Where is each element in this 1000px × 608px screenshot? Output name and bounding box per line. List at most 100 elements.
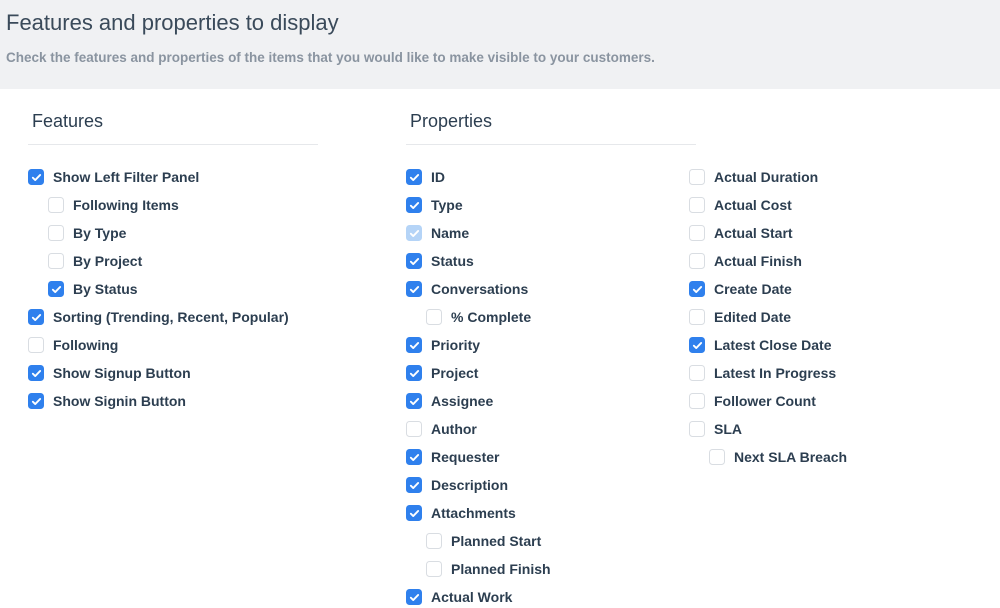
checkbox-conversations[interactable] bbox=[406, 281, 422, 297]
checkbox-label[interactable]: Attachments bbox=[431, 505, 516, 521]
checkbox-actual-start[interactable] bbox=[689, 225, 705, 241]
checkbox-author[interactable] bbox=[406, 421, 422, 437]
checkbox-row-follower-count: Follower Count bbox=[689, 393, 972, 409]
checkbox-label[interactable]: Actual Finish bbox=[714, 253, 802, 269]
checkbox-row-project: Project bbox=[406, 365, 689, 381]
checkbox-label[interactable]: Follower Count bbox=[714, 393, 816, 409]
page-description: Check the features and properties of the… bbox=[6, 50, 994, 65]
checkbox-label[interactable]: Conversations bbox=[431, 281, 528, 297]
checkbox-status[interactable] bbox=[406, 253, 422, 269]
checkbox-sorting-trending-recent-popular[interactable] bbox=[28, 309, 44, 325]
checkbox-row-name: Name bbox=[406, 225, 689, 241]
checkbox-row-requester: Requester bbox=[406, 449, 689, 465]
checkbox-following-items[interactable] bbox=[48, 197, 64, 213]
checkbox-label[interactable]: Following bbox=[53, 337, 118, 353]
checkbox-row-assignee: Assignee bbox=[406, 393, 689, 409]
checkbox-by-type[interactable] bbox=[48, 225, 64, 241]
checkbox-row-by-status: By Status bbox=[48, 281, 398, 297]
checkbox-planned-start[interactable] bbox=[426, 533, 442, 549]
checkbox-latest-in-progress[interactable] bbox=[689, 365, 705, 381]
checkbox-label[interactable]: Author bbox=[431, 421, 477, 437]
checkbox-row-status: Status bbox=[406, 253, 689, 269]
checkbox-label[interactable]: Create Date bbox=[714, 281, 792, 297]
properties-list-col1: ID Type Name Status Conversations % Complete P… bbox=[406, 169, 689, 608]
checkbox-complete[interactable] bbox=[426, 309, 442, 325]
checkbox-label[interactable]: Following Items bbox=[73, 197, 179, 213]
checkbox-row-show-signup-button: Show Signup Button bbox=[28, 365, 398, 381]
checkbox-row-type: Type bbox=[406, 197, 689, 213]
checkbox-label[interactable]: ID bbox=[431, 169, 445, 185]
checkbox-label[interactable]: Type bbox=[431, 197, 463, 213]
checkbox-label[interactable]: Planned Start bbox=[451, 533, 541, 549]
checkbox-by-status[interactable] bbox=[48, 281, 64, 297]
checkbox-label[interactable]: % Complete bbox=[451, 309, 531, 325]
checkbox-show-signup-button[interactable] bbox=[28, 365, 44, 381]
checkbox-row-sorting-trending-recent-popular: Sorting (Trending, Recent, Popular) bbox=[28, 309, 398, 325]
checkbox-label[interactable]: Requester bbox=[431, 449, 499, 465]
checkbox-label[interactable]: Actual Work bbox=[431, 589, 512, 605]
checkbox-label[interactable]: Priority bbox=[431, 337, 480, 353]
checkbox-next-sla-breach[interactable] bbox=[709, 449, 725, 465]
checkbox-label[interactable]: Latest In Progress bbox=[714, 365, 836, 381]
checkbox-label[interactable]: By Project bbox=[73, 253, 142, 269]
checkbox-row-by-project: By Project bbox=[48, 253, 398, 269]
properties-column: Properties IDTypeNameStatusConversations… bbox=[406, 105, 972, 608]
checkbox-sla[interactable] bbox=[689, 421, 705, 437]
checkbox-show-signin-button[interactable] bbox=[28, 393, 44, 409]
checkbox-label[interactable]: Sorting (Trending, Recent, Popular) bbox=[53, 309, 289, 325]
checkbox-label[interactable]: Description bbox=[431, 477, 508, 493]
checkbox-by-project[interactable] bbox=[48, 253, 64, 269]
checkbox-label[interactable]: Planned Finish bbox=[451, 561, 551, 577]
checkbox-actual-duration[interactable] bbox=[689, 169, 705, 185]
checkbox-label[interactable]: Actual Start bbox=[714, 225, 793, 241]
checkbox-row-actual-finish: Actual Finish bbox=[689, 253, 972, 269]
settings-panel: Features Show Left Filter Panel Following… bbox=[0, 89, 1000, 608]
checkbox-follower-count[interactable] bbox=[689, 393, 705, 409]
checkbox-row-latest-close-date: Latest Close Date bbox=[689, 337, 972, 353]
checkbox-priority[interactable] bbox=[406, 337, 422, 353]
checkbox-label[interactable]: Assignee bbox=[431, 393, 493, 409]
checkbox-label[interactable]: Name bbox=[431, 225, 469, 241]
checkbox-label[interactable]: Status bbox=[431, 253, 474, 269]
checkbox-row-following: Following bbox=[28, 337, 398, 353]
checkbox-create-date[interactable] bbox=[689, 281, 705, 297]
checkbox-attachments[interactable] bbox=[406, 505, 422, 521]
checkbox-edited-date[interactable] bbox=[689, 309, 705, 325]
checkbox-row-id: ID bbox=[406, 169, 689, 185]
checkbox-label[interactable]: By Type bbox=[73, 225, 126, 241]
checkbox-actual-work[interactable] bbox=[406, 589, 422, 605]
checkbox-requester[interactable] bbox=[406, 449, 422, 465]
checkbox-row-planned-start: Planned Start bbox=[426, 533, 689, 549]
checkbox-label[interactable]: Actual Cost bbox=[714, 197, 792, 213]
features-section-title: Features bbox=[28, 105, 318, 145]
checkbox-name[interactable] bbox=[406, 225, 422, 241]
checkbox-row-show-signin-button: Show Signin Button bbox=[28, 393, 398, 409]
checkbox-row-actual-work: Actual Work bbox=[406, 589, 689, 605]
checkbox-row-by-type: By Type bbox=[48, 225, 398, 241]
checkbox-label[interactable]: SLA bbox=[714, 421, 742, 437]
checkbox-planned-finish[interactable] bbox=[426, 561, 442, 577]
checkbox-label[interactable]: Show Left Filter Panel bbox=[53, 169, 199, 185]
checkbox-actual-cost[interactable] bbox=[689, 197, 705, 213]
checkbox-description[interactable] bbox=[406, 477, 422, 493]
checkbox-label[interactable]: Edited Date bbox=[714, 309, 791, 325]
checkbox-latest-close-date[interactable] bbox=[689, 337, 705, 353]
checkbox-actual-finish[interactable] bbox=[689, 253, 705, 269]
checkbox-project[interactable] bbox=[406, 365, 422, 381]
checkbox-row-description: Description bbox=[406, 477, 689, 493]
checkbox-label[interactable]: Latest Close Date bbox=[714, 337, 831, 353]
checkbox-label[interactable]: By Status bbox=[73, 281, 138, 297]
checkbox-type[interactable] bbox=[406, 197, 422, 213]
checkbox-show-left-filter-panel[interactable] bbox=[28, 169, 44, 185]
features-list: Show Left Filter Panel Following Items By … bbox=[28, 169, 398, 409]
checkbox-id[interactable] bbox=[406, 169, 422, 185]
checkbox-label[interactable]: Next SLA Breach bbox=[734, 449, 847, 465]
checkbox-label[interactable]: Show Signup Button bbox=[53, 365, 191, 381]
checkbox-label[interactable]: Show Signin Button bbox=[53, 393, 186, 409]
page-title: Features and properties to display bbox=[6, 10, 994, 36]
checkbox-following[interactable] bbox=[28, 337, 44, 353]
checkbox-assignee[interactable] bbox=[406, 393, 422, 409]
checkbox-row-show-left-filter-panel: Show Left Filter Panel bbox=[28, 169, 398, 185]
checkbox-label[interactable]: Project bbox=[431, 365, 478, 381]
checkbox-label[interactable]: Actual Duration bbox=[714, 169, 818, 185]
